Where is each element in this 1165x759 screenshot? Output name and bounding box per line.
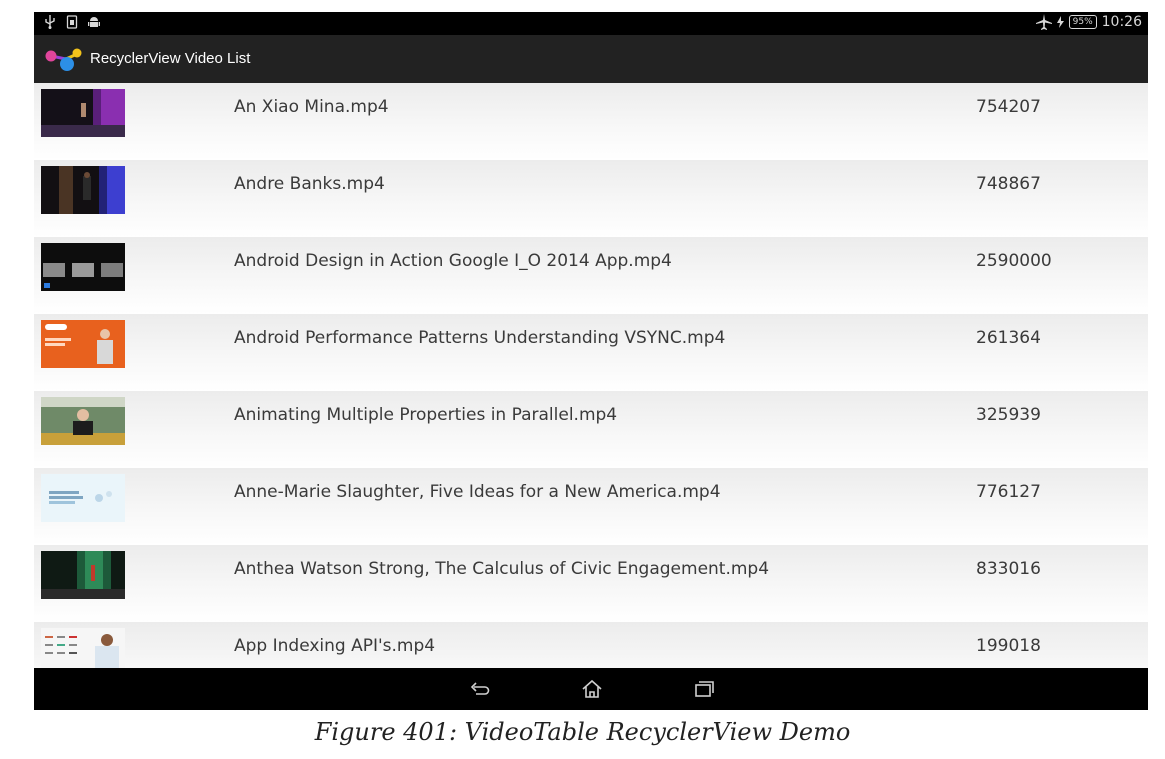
sim-icon [66, 15, 78, 29]
status-notifications [44, 15, 100, 29]
recyclerview-app-icon [45, 48, 82, 71]
video-name: Anne-Marie Slaughter, Five Ideas for a N… [234, 482, 721, 502]
video-size: 833016 [976, 559, 1041, 579]
video-name: Anthea Watson Strong, The Calculus of Ci… [234, 559, 770, 579]
video-thumbnail [41, 89, 125, 137]
back-icon[interactable] [468, 678, 492, 700]
video-size: 748867 [976, 174, 1041, 194]
video-size: 199018 [976, 636, 1041, 656]
device-screen: 95% 10:26 RecyclerView Video List An Xia… [34, 12, 1148, 710]
status-bar: 95% 10:26 [34, 12, 1148, 35]
status-system: 95% 10:26 [1035, 14, 1142, 30]
list-item[interactable]: Anne-Marie Slaughter, Five Ideas for a N… [34, 468, 1148, 545]
home-icon[interactable] [580, 678, 604, 700]
video-name: App Indexing API's.mp4 [234, 636, 436, 656]
action-bar: RecyclerView Video List [34, 35, 1148, 83]
video-size: 2590000 [976, 251, 1052, 271]
list-item[interactable]: Animating Multiple Properties in Paralle… [34, 391, 1148, 468]
video-list[interactable]: An Xiao Mina.mp4 754207 Andre Banks.mp4 … [34, 83, 1148, 668]
video-size: 754207 [976, 97, 1041, 117]
recents-icon[interactable] [692, 678, 716, 700]
video-thumbnail [41, 474, 125, 522]
video-name: Android Design in Action Google I_O 2014… [234, 251, 672, 271]
clock: 10:26 [1101, 14, 1142, 30]
video-name: An Xiao Mina.mp4 [234, 97, 389, 117]
video-size: 261364 [976, 328, 1041, 348]
usb-icon [45, 15, 55, 29]
app-title: RecyclerView Video List [90, 50, 251, 67]
charging-icon [1056, 16, 1064, 28]
figure-caption: Figure 401: VideoTable RecyclerView Demo [314, 718, 851, 746]
video-size: 776127 [976, 482, 1041, 502]
video-thumbnail [41, 397, 125, 445]
video-name: Android Performance Patterns Understandi… [234, 328, 726, 348]
video-thumbnail [41, 551, 125, 599]
video-thumbnail [41, 166, 125, 214]
list-item[interactable]: An Xiao Mina.mp4 754207 [34, 83, 1148, 160]
video-thumbnail [41, 320, 125, 368]
navigation-bar [34, 668, 1148, 710]
video-size: 325939 [976, 405, 1041, 425]
video-thumbnail [41, 628, 125, 668]
list-item[interactable]: App Indexing API's.mp4 199018 [34, 622, 1148, 668]
video-name: Animating Multiple Properties in Paralle… [234, 405, 618, 425]
android-icon [88, 17, 100, 27]
list-item[interactable]: Android Design in Action Google I_O 2014… [34, 237, 1148, 314]
video-name: Andre Banks.mp4 [234, 174, 385, 194]
list-item[interactable]: Android Performance Patterns Understandi… [34, 314, 1148, 391]
battery-indicator: 95% [1068, 15, 1097, 29]
list-item[interactable]: Anthea Watson Strong, The Calculus of Ci… [34, 545, 1148, 622]
airplane-icon [1035, 14, 1052, 30]
list-item[interactable]: Andre Banks.mp4 748867 [34, 160, 1148, 237]
video-thumbnail [41, 243, 125, 291]
